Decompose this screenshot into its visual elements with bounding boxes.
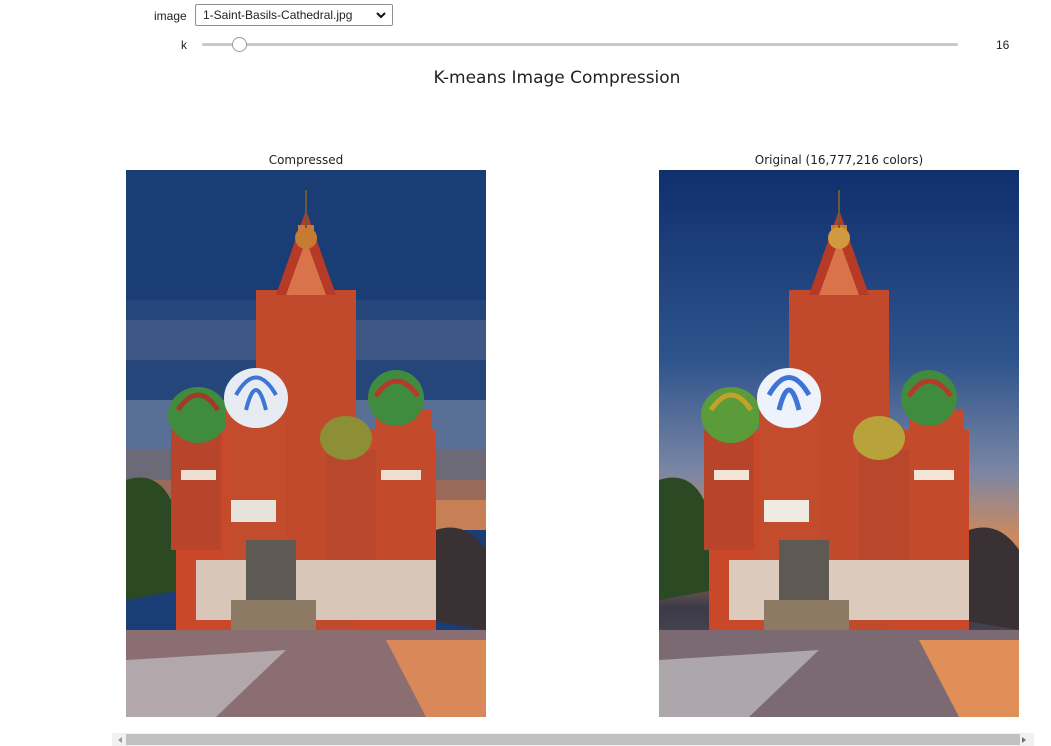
image-label: image — [154, 9, 187, 23]
k-slider-thumb[interactable] — [232, 37, 248, 52]
chevron-down-icon — [376, 12, 386, 19]
scroll-right-icon[interactable] — [1020, 736, 1028, 744]
horizontal-scrollbar[interactable] — [112, 733, 1034, 746]
widget-controls: image 1-Saint-Basils-Cathedral.jpg k 16 — [0, 0, 1051, 60]
original-title: Original (16,777,216 colors) — [754, 153, 924, 167]
image-dropdown-value: 1-Saint-Basils-Cathedral.jpg — [203, 8, 353, 22]
scrollbar-thumb[interactable] — [126, 734, 1020, 745]
image-dropdown[interactable]: 1-Saint-Basils-Cathedral.jpg — [195, 4, 393, 26]
original-image — [659, 170, 1019, 717]
compressed-image — [126, 170, 486, 717]
scroll-left-icon[interactable] — [116, 736, 124, 744]
k-slider-track[interactable] — [202, 43, 958, 46]
figure-title: K-means Image Compression — [433, 68, 681, 88]
compressed-title: Compressed — [268, 153, 344, 167]
k-label: k — [181, 38, 187, 52]
k-value-readout: 16 — [996, 38, 1010, 52]
